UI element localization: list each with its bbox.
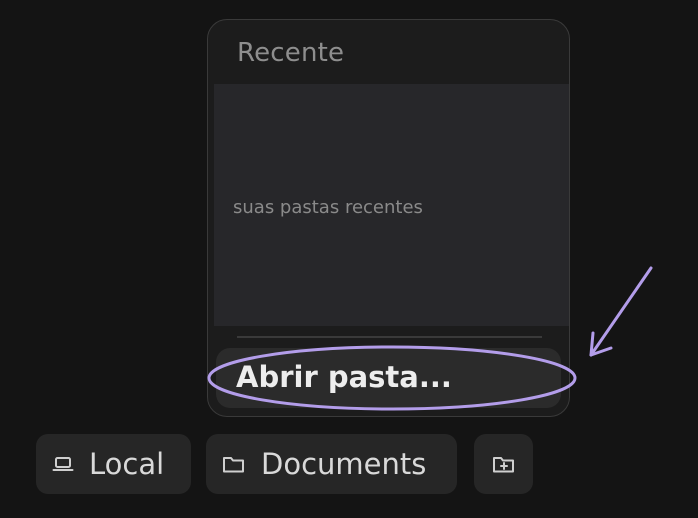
recent-folders-popover: Recente suas pastas recentes Abrir pasta…	[207, 19, 570, 417]
local-location-chip[interactable]: Local	[36, 434, 191, 494]
folder-plus-icon	[492, 453, 516, 475]
new-folder-button[interactable]	[474, 434, 533, 494]
folder-icon	[222, 453, 246, 475]
popover-divider	[237, 336, 542, 338]
documents-label: Documents	[261, 447, 427, 481]
open-folder-button[interactable]: Abrir pasta...	[216, 348, 561, 408]
recent-empty-text: suas pastas recentes	[233, 197, 423, 218]
annotation-arrow	[589, 266, 653, 357]
recent-folders-list: suas pastas recentes	[214, 84, 569, 326]
laptop-icon	[52, 453, 74, 475]
local-label: Local	[89, 447, 165, 481]
popover-title: Recente	[237, 38, 345, 68]
open-folder-label: Abrir pasta...	[236, 360, 452, 394]
documents-location-chip[interactable]: Documents	[206, 434, 457, 494]
